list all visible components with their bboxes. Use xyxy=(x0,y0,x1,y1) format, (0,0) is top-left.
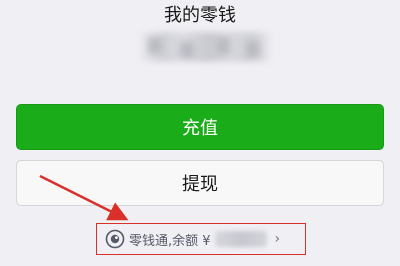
recharge-button[interactable]: 充值 xyxy=(16,104,384,150)
lingqiantong-link[interactable]: 零钱通,余额 ¥ › xyxy=(96,223,306,255)
lingqiantong-icon xyxy=(105,229,125,249)
lingqiantong-label: 零钱通,余额 ¥ xyxy=(129,233,211,249)
withdraw-button[interactable]: 提现 xyxy=(16,160,384,206)
balance-amount-redacted xyxy=(140,32,270,62)
page-title: 我的零钱 xyxy=(164,5,236,26)
chevron-right-icon: › xyxy=(274,231,281,247)
lingqiantong-amount-redacted xyxy=(214,231,267,247)
